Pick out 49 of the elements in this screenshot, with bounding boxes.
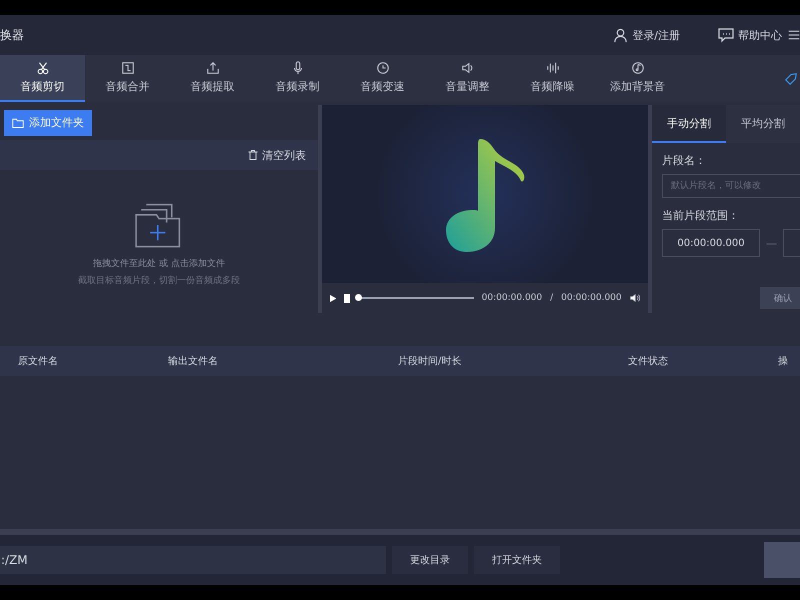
trash-icon bbox=[247, 149, 259, 161]
segment-name-field[interactable]: 默认片段名，可以修改 bbox=[662, 174, 800, 198]
start-button[interactable] bbox=[764, 542, 800, 578]
change-directory-button[interactable]: 更改目录 bbox=[392, 546, 468, 574]
output-path-field[interactable]: :/ZM bbox=[0, 546, 386, 574]
wave-icon bbox=[546, 61, 560, 75]
add-folder-button[interactable]: 添加文件夹 bbox=[4, 110, 92, 136]
segment-range-label: 当前片段范围： bbox=[661, 208, 740, 224]
stop-icon[interactable] bbox=[344, 294, 350, 302]
toolbar-tab[interactable]: 音频提取 bbox=[170, 55, 255, 102]
confirm-button[interactable]: 确认 bbox=[760, 287, 800, 309]
drop-hint: 拖拽文件至此处 或 点击添加文件 bbox=[93, 258, 225, 270]
menu-icon bbox=[788, 28, 800, 42]
note-icon bbox=[630, 61, 644, 75]
column-header: 片段时间/时长 bbox=[398, 354, 462, 368]
column-header: 操 bbox=[778, 355, 789, 368]
column-header: 文件状态 bbox=[628, 354, 669, 368]
play-icon[interactable] bbox=[330, 292, 336, 304]
clock-icon bbox=[376, 61, 390, 75]
scissors-icon bbox=[36, 61, 50, 75]
chat-icon bbox=[718, 27, 734, 43]
column-header: 输出文件名 bbox=[168, 354, 219, 368]
range-start-field[interactable]: 00:00:00.000 bbox=[662, 229, 760, 257]
current-time: 00:00:00.000 bbox=[482, 293, 542, 303]
folder-icon bbox=[12, 116, 24, 128]
split-tab[interactable]: 平均分割 bbox=[726, 105, 800, 143]
upload-icon bbox=[206, 61, 220, 75]
open-folder-button[interactable]: 打开文件夹 bbox=[474, 546, 560, 574]
toolbar-tab[interactable]: 音频录制 bbox=[255, 55, 340, 102]
clear-list-button[interactable]: 清空列表 bbox=[247, 148, 306, 162]
split-tab[interactable]: 手动分割 bbox=[652, 105, 726, 143]
toolbar-tab[interactable]: 音频合并 bbox=[85, 55, 170, 102]
toolbar-tab[interactable]: 音频剪切 bbox=[0, 55, 85, 102]
time-separator: / bbox=[550, 293, 554, 303]
login-link[interactable]: 登录/注册 bbox=[613, 28, 680, 42]
range-dash: — bbox=[766, 236, 777, 250]
toolbar-tab[interactable]: 音频降噪 bbox=[510, 55, 595, 102]
segment-name-label: 片段名： bbox=[661, 153, 707, 169]
user-icon bbox=[613, 28, 628, 42]
toolbar-tab[interactable]: 音量调整 bbox=[425, 55, 510, 102]
help-link[interactable]: 帮助中心 bbox=[718, 27, 782, 43]
window-title: 换器 bbox=[0, 26, 25, 44]
toolbar-tab[interactable]: 音频变速 bbox=[340, 55, 425, 102]
toolbar-tab[interactable]: 添加背景音 bbox=[595, 55, 680, 102]
column-header: 原文件名 bbox=[18, 354, 59, 368]
tag-icon bbox=[784, 72, 798, 86]
total-time: 00:00:00.000 bbox=[561, 293, 622, 303]
progress-thumb[interactable] bbox=[355, 294, 362, 301]
speaker-icon bbox=[460, 61, 474, 75]
